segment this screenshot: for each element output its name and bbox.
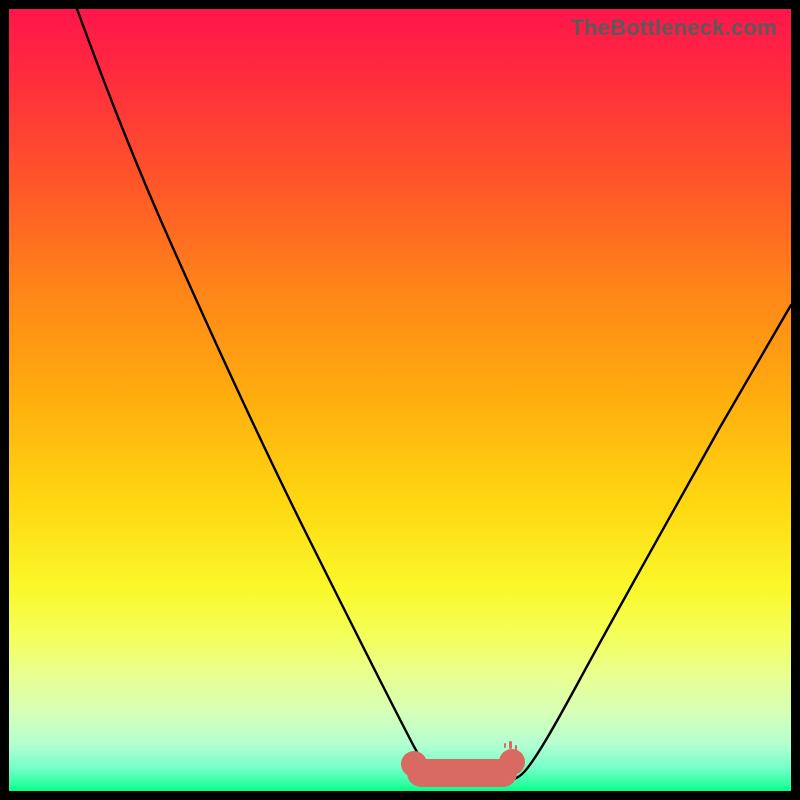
curve-path	[77, 9, 791, 781]
speck	[509, 741, 512, 749]
speck	[504, 743, 506, 748]
optimal-region-blob-mid1	[427, 765, 447, 787]
bottleneck-curve	[9, 9, 791, 791]
optimal-region-blob-right	[499, 749, 525, 775]
optimal-region-blob-left	[401, 751, 427, 777]
plot-area: TheBottleneck.com	[9, 9, 791, 791]
speck	[515, 745, 517, 751]
optimal-region-blob-mid3	[481, 763, 501, 785]
optimal-region-blob-mid2	[457, 767, 479, 787]
